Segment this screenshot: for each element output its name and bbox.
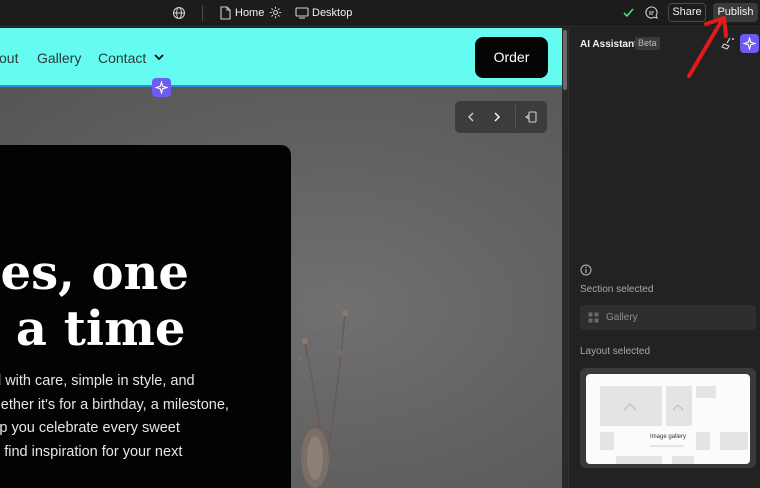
hero-title: U ries, one t a time [0,189,291,357]
check-icon [623,8,634,18]
flower-vase-image [297,310,353,488]
hero-body-line: and find inspiration for your next [0,443,183,460]
section-selected-label: Section selected [580,284,654,295]
desktop-icon [295,7,309,19]
hero-card[interactable]: U ries, one t a time fted with care, sim… [0,145,291,488]
comment-icon[interactable] [644,5,659,20]
swap-image-icon[interactable] [524,110,538,124]
grid-icon [588,312,599,323]
topbar-divider [202,5,203,21]
settings-icon[interactable] [269,6,282,19]
device-selector[interactable]: Desktop [312,7,352,19]
sparkle-icon [743,37,756,50]
chevron-left-icon[interactable] [465,111,477,123]
panel-title: AI Assistant [580,39,638,50]
layout-wireframe [600,386,748,464]
layout-thumbnail: Image gallery [586,374,750,464]
globe-icon[interactable] [172,6,186,20]
hero-title-line: U [0,189,272,245]
chevron-down-icon[interactable] [153,52,165,62]
hero-body-line: Whether it's for a birthday, a milestone… [0,396,229,413]
ai-assistant-panel: AI Assistant Beta Section selected Galle… [568,28,760,488]
selected-section-chip[interactable]: Gallery [580,305,756,330]
share-button[interactable]: Share [668,3,706,22]
page-selector[interactable]: Home [235,7,264,19]
panel-bottom-text-cutoff [580,482,756,488]
scrollbar-thumb[interactable] [563,30,567,90]
hero-body-line: fted with care, simple in style, and [0,373,195,389]
layout-option-card[interactable]: Image gallery [580,368,756,468]
clear-chat-icon[interactable] [721,36,735,50]
chevron-right-icon[interactable] [491,111,503,123]
top-bar: Home Desktop Share Publish [0,0,760,27]
order-button[interactable]: Order [475,37,548,78]
hero-description: fted with care, simple in style, and Whe… [0,370,291,464]
sparkle-icon [155,81,168,94]
publish-button[interactable]: Publish [713,3,758,22]
layout-caption: Image gallery [649,434,687,440]
site-navbar[interactable]: out Gallery Contact Order [0,28,562,87]
hero-body-line: help you celebrate every sweet [0,420,180,436]
layout-selected-label: Layout selected [580,346,651,357]
selected-section-name: Gallery [606,312,638,323]
nav-link-contact[interactable]: Contact [98,50,146,66]
carousel-controls [455,101,547,133]
hero-title-line: t a time [0,301,186,357]
beta-badge: Beta [635,37,660,50]
page-icon [220,6,231,20]
info-icon [580,264,592,276]
ai-sparkle-button[interactable] [152,78,171,97]
carousel-divider [515,105,516,129]
editor-canvas[interactable]: out Gallery Contact Order U ries, one t … [0,28,562,488]
hero-title-line: ries, one [0,245,189,301]
ai-assistant-toggle[interactable] [740,34,759,53]
nav-link-about[interactable]: out [0,50,18,66]
nav-link-gallery[interactable]: Gallery [37,50,81,66]
